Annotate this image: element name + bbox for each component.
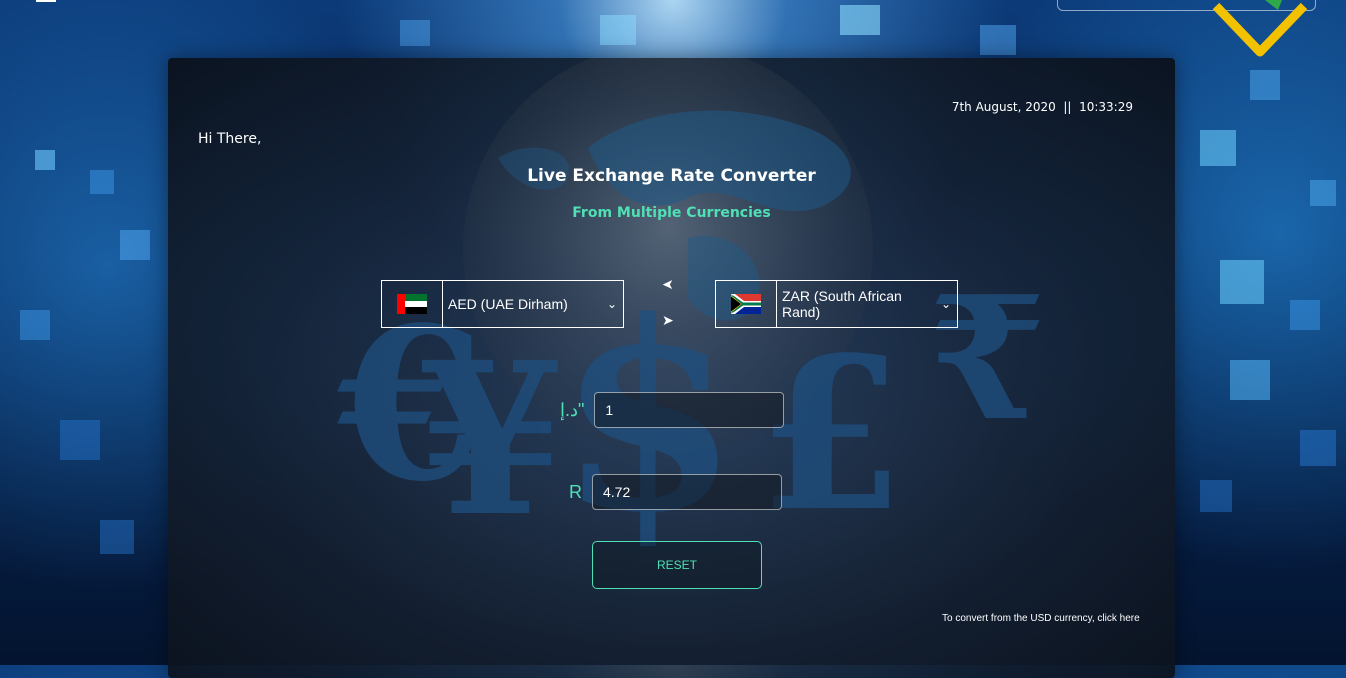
arrow-right-icon: ➤ [662, 313, 674, 329]
from-currency-group: AED (UAE Dirham) ⌄ [381, 280, 624, 328]
usd-convert-link[interactable]: To convert from the USD currency, click … [942, 613, 1140, 624]
svg-text:£: £ [758, 311, 904, 558]
to-currency-select[interactable]: ZAR (South African Rand) ⌄ [777, 280, 958, 328]
to-amount-input[interactable]: 4.72 [592, 474, 782, 510]
from-currency-symbol: د.إ" [560, 399, 585, 420]
to-currency-group: ZAR (South African Rand) ⌄ [715, 280, 958, 328]
from-amount-input[interactable]: 1 [594, 392, 785, 428]
to-currency-label: ZAR (South African Rand) [782, 288, 902, 320]
from-currency-select[interactable]: AED (UAE Dirham) ⌄ [443, 280, 624, 328]
south-africa-flag-icon [715, 280, 777, 328]
from-amount-row: د.إ" 1 [560, 392, 785, 428]
chevron-down-icon: ⌄ [606, 297, 617, 311]
greeting-text: Hi There, [198, 131, 262, 147]
from-currency-label: AED (UAE Dirham) [448, 296, 568, 312]
current-datetime: 7th August, 2020 || 10:33:29 [951, 100, 1133, 114]
reset-button[interactable]: RESET [592, 541, 762, 589]
svg-text:¥: ¥ [418, 316, 564, 563]
swap-currencies-button[interactable]: ➤ ➤ [657, 277, 687, 332]
brand-logo-icon [1212, 0, 1308, 57]
chevron-down-icon: ⌄ [940, 297, 951, 311]
page-title: Live Exchange Rate Converter [527, 166, 816, 186]
page-subtitle: From Multiple Currencies [572, 205, 771, 221]
converter-panel: € ¥ $ £ ₹ 7th August, 2020 || 10:33:29 H… [168, 58, 1175, 678]
to-amount-row: R 4.72 [569, 474, 782, 510]
uae-flag-icon [381, 280, 443, 328]
menu-hamburger-icon[interactable] [36, 0, 56, 4]
arrow-left-icon: ➤ [662, 277, 674, 293]
to-currency-symbol: R [569, 481, 582, 502]
